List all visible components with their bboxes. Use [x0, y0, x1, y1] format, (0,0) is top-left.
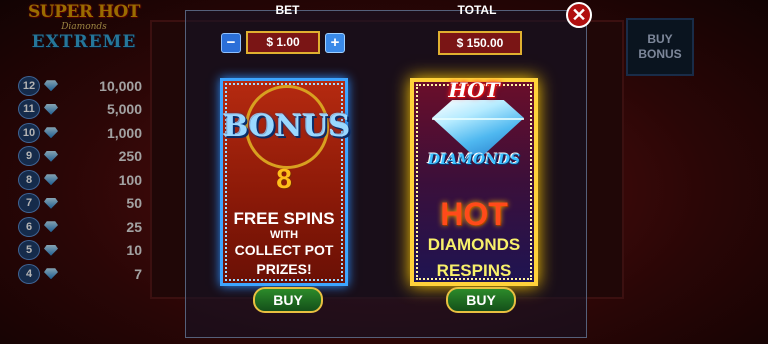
buy-hot-diamonds-button[interactable]: BUY: [446, 287, 516, 313]
paytable-row: 9 250: [18, 145, 146, 169]
logo-line3: EXTREME: [31, 32, 137, 52]
diamond-icon: [44, 150, 58, 162]
hot-diamonds-line1: DIAMONDS: [427, 235, 521, 254]
bet-increase-button[interactable]: +: [325, 32, 345, 53]
hot-diamonds-line2: RESPINS: [436, 261, 512, 280]
minus-icon: −: [226, 34, 236, 51]
paytable-row: 11 5,000: [18, 98, 146, 122]
paytable-level: 4: [18, 263, 40, 284]
paytable-prize: 100: [118, 171, 142, 188]
paytable-prize: 250: [118, 148, 142, 165]
bonus-offer-card[interactable]: BONUS 8 FREE SPINS WITH COLLECT POT PRIZ…: [220, 78, 351, 286]
paytable-row: 12 10,000: [18, 74, 146, 98]
bonus-description-line1: FREE SPINS: [233, 209, 335, 228]
jackpot-paytable: 12 10,000 11 5,000 10 1,000 9 250 8 100 7 50 6…: [18, 74, 146, 286]
close-icon: ✕: [571, 4, 587, 25]
paytable-level: 6: [18, 216, 40, 237]
hot-diamonds-logo-diamonds: DIAMONDS: [427, 152, 521, 168]
bonus-title: BONUS: [223, 109, 351, 144]
paytable-prize: 10: [126, 242, 142, 259]
paytable-level: 9: [18, 146, 40, 167]
hot-diamonds-description: DIAMONDS RESPINS: [414, 232, 534, 284]
paytable-level: 8: [18, 169, 40, 190]
paytable-row: 6 25: [18, 215, 146, 239]
paytable-row: 47: [18, 262, 146, 286]
diamond-facet: [432, 118, 524, 120]
free-spins-count: 8: [276, 163, 292, 194]
close-button[interactable]: ✕: [566, 2, 592, 28]
hot-diamonds-logo-hot: HOT: [448, 78, 500, 102]
paytable-row: 5 10: [18, 239, 146, 263]
game-logo: SUPER HOT Diamonds EXTREME: [28, 2, 140, 68]
paytable-level: 11: [18, 99, 40, 120]
total-label: TOTAL: [457, 3, 497, 17]
diamond-icon: [44, 80, 58, 92]
bet-decrease-button[interactable]: −: [221, 32, 241, 53]
bet-label: BET: [275, 3, 300, 17]
bet-value: $ 1.00: [246, 31, 320, 54]
diamond-icon: [44, 197, 58, 209]
logo-line1: SUPER HOT: [28, 2, 140, 22]
paytable-prize: 7: [134, 265, 142, 282]
hot-diamonds-title: HOT: [440, 196, 508, 232]
logo-line2: Diamonds: [61, 22, 107, 32]
diamond-icon: [432, 100, 524, 160]
diamond-icon: [44, 127, 58, 139]
diamond-icon: [44, 244, 58, 256]
bonus-description-line2: WITH: [269, 229, 299, 241]
diamond-icon: [44, 103, 58, 115]
total-value: $ 150.00: [438, 31, 522, 55]
paytable-prize: 10,000: [99, 77, 142, 94]
paytable-prize: 5,000: [106, 101, 142, 118]
hot-diamonds-offer-card[interactable]: HOT DIAMONDS HOT DIAMONDS RESPINS: [410, 78, 538, 286]
background-buy-bonus-button: BUY BONUS: [626, 18, 694, 76]
paytable-level: 10: [18, 122, 40, 143]
paytable-row: 10 1,000: [18, 121, 146, 145]
diamond-icon: [44, 174, 58, 186]
paytable-level: 12: [18, 75, 40, 96]
paytable-row: 7 50: [18, 192, 146, 216]
diamond-icon: [44, 221, 58, 233]
paytable-row: 8 100: [18, 168, 146, 192]
bonus-description-line3: COLLECT POT PRIZES!: [234, 242, 334, 277]
paytable-level: 7: [18, 193, 40, 214]
plus-icon: +: [330, 34, 340, 51]
buy-bonus-button[interactable]: BUY: [253, 287, 323, 313]
diamond-icon: [44, 268, 58, 280]
paytable-prize: 50: [126, 195, 142, 212]
paytable-prize: 1,000: [106, 124, 142, 141]
paytable-level: 5: [18, 240, 40, 261]
paytable-prize: 25: [126, 218, 142, 235]
bet-stepper: − $ 1.00 +: [221, 31, 345, 54]
